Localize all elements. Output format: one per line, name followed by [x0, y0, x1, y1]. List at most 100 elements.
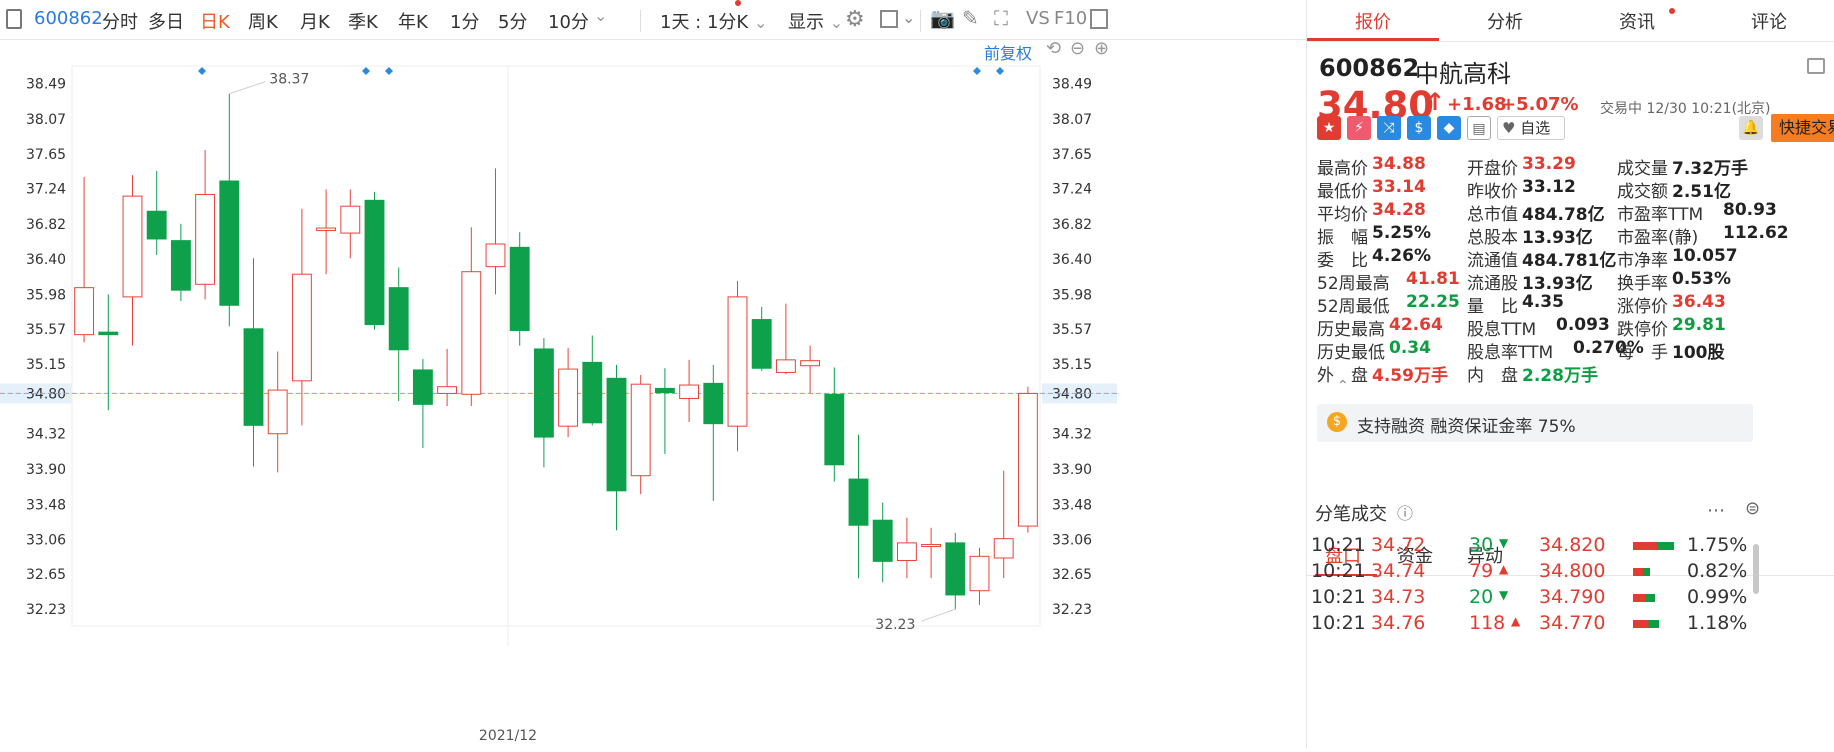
- y-tick-left: 36.82: [26, 217, 66, 233]
- candle-body: [945, 542, 966, 596]
- tick-price: 34.76: [1371, 612, 1426, 634]
- china-flag-icon: ★: [1317, 116, 1341, 140]
- plot-area: [71, 65, 1041, 627]
- note-icon[interactable]: ▤: [1467, 116, 1491, 140]
- y-tick-left: 38.07: [26, 112, 66, 128]
- chevron-down-icon: ⌄: [829, 13, 844, 32]
- reset-icon[interactable]: ⟲: [1046, 38, 1061, 59]
- quote-label: 跌停价: [1617, 320, 1668, 340]
- quote-value: 33.29: [1522, 154, 1576, 174]
- candle-body: [267, 389, 288, 435]
- interval-dropdown[interactable]: 1天 : 1分K ⌄: [660, 8, 767, 34]
- pencil-icon[interactable]: ✎: [962, 6, 979, 30]
- tick-pct: 0.82%: [1687, 560, 1748, 582]
- y-tick-right: 38.49: [1052, 77, 1092, 93]
- zoom-out-icon[interactable]: ⊖: [1070, 38, 1085, 59]
- collapse-icon[interactable]: ⌃: [1337, 378, 1349, 394]
- period-quarterly-k[interactable]: 季K: [348, 8, 378, 34]
- tick-time: 10:21: [1311, 586, 1366, 608]
- kline-chart[interactable]: 38.49 38.49 38.07 38.07 37.65 37.65 37.24 37.24…: [0, 38, 1306, 748]
- chevron-down-icon[interactable]: ⌄: [594, 6, 607, 25]
- shuffle-icon[interactable]: ⤨: [1377, 116, 1401, 140]
- tick-ratio-bar: [1633, 568, 1650, 576]
- tab-quote[interactable]: 报价: [1307, 8, 1439, 34]
- period-duori[interactable]: 多日: [148, 8, 184, 34]
- candle-body: [824, 393, 845, 466]
- event-marker-icon: [973, 67, 981, 75]
- y-tick-left: 34.32: [26, 427, 66, 443]
- quote-value: 0.093: [1556, 315, 1610, 335]
- quote-label: 成交量: [1617, 159, 1668, 179]
- add-watchlist-button[interactable]: ♥ 自选: [1497, 116, 1565, 140]
- period-monthly-k[interactable]: 月K: [300, 8, 330, 34]
- period-1min[interactable]: 1分: [450, 8, 479, 34]
- fuquan-toggle[interactable]: 前复权: [984, 40, 1032, 64]
- display-dropdown[interactable]: 显示 ⌄: [788, 8, 843, 34]
- chevron-down-icon[interactable]: ⌄: [902, 8, 915, 27]
- y-tick-right: 35.15: [1052, 357, 1092, 373]
- zoom-in-icon[interactable]: ⊕: [1094, 38, 1109, 59]
- square-select-icon[interactable]: [880, 10, 898, 28]
- tick-price2: 34.800: [1539, 560, 1606, 582]
- candle-body: [775, 359, 796, 373]
- expand-icon[interactable]: ⊜: [1745, 498, 1760, 519]
- y-tick-right: 37.65: [1052, 147, 1092, 163]
- quote-label: 流通股: [1467, 274, 1518, 294]
- candle-body: [74, 287, 95, 336]
- menu-icon[interactable]: [1807, 58, 1825, 74]
- quote-value: 34.28: [1372, 200, 1426, 220]
- quote-value: 5.25%: [1372, 223, 1431, 243]
- quote-label: 市盈率TTM: [1617, 205, 1704, 225]
- candle-body: [485, 243, 506, 268]
- y-tick-right: 33.48: [1052, 497, 1092, 513]
- fullscreen-icon[interactable]: ⛶: [994, 6, 1008, 30]
- period-5min[interactable]: 5分: [498, 8, 527, 34]
- candle-body: [969, 555, 990, 592]
- period-fenshi[interactable]: 分时: [102, 8, 138, 34]
- bell-icon[interactable]: 🔔: [1739, 116, 1763, 140]
- period-daily-k[interactable]: 日K: [200, 8, 230, 34]
- min-label-leader: [921, 608, 956, 622]
- dollar-icon[interactable]: $: [1407, 116, 1431, 140]
- camera-icon[interactable]: 📷: [930, 6, 955, 30]
- quote-label: 成交额: [1617, 182, 1668, 202]
- panel-toggle-icon[interactable]: [1090, 9, 1108, 29]
- quote-label: 市盈率(静): [1617, 228, 1699, 248]
- quote-value: 41.81: [1406, 269, 1460, 289]
- quote-label: 内 盘: [1467, 366, 1518, 386]
- y-tick-left: 35.15: [26, 357, 66, 373]
- y-tick-left: 37.24: [26, 182, 66, 198]
- more-icon[interactable]: ⋯: [1707, 500, 1725, 521]
- candle-body: [848, 478, 869, 526]
- quote-value: 13.93亿: [1522, 274, 1593, 294]
- tick-time: 10:21: [1311, 612, 1366, 634]
- quote-value: 80.93: [1723, 200, 1777, 220]
- quick-trade-button[interactable]: 快捷交易: [1771, 114, 1834, 142]
- trade-status: 交易中 12/30 10:21(北京): [1600, 101, 1771, 117]
- sidebar-toggle-icon[interactable]: [6, 9, 22, 29]
- info-icon[interactable]: ⓘ: [1397, 500, 1413, 524]
- tag-icon[interactable]: ◆: [1437, 116, 1461, 140]
- scrollbar[interactable]: [1753, 544, 1759, 594]
- tab-analysis[interactable]: 分析: [1439, 8, 1571, 34]
- quote-value: 10.057: [1672, 246, 1738, 266]
- y-tick-left: 32.65: [26, 567, 66, 583]
- tick-ratio-bar: [1633, 594, 1655, 602]
- f10-button[interactable]: F10: [1054, 8, 1087, 29]
- period-10min[interactable]: 10分: [548, 8, 589, 34]
- tab-news[interactable]: 资讯: [1571, 8, 1703, 34]
- tab-comments[interactable]: 评论: [1703, 8, 1834, 34]
- quote-value: 7.32万手: [1672, 159, 1748, 179]
- y-tick-left: 32.23: [26, 602, 66, 618]
- candle-body: [461, 271, 482, 395]
- period-yearly-k[interactable]: 年K: [398, 8, 428, 34]
- y-tick-left: 33.90: [26, 462, 66, 478]
- gear-icon[interactable]: ⚙: [845, 7, 865, 32]
- tick-pct: 1.18%: [1687, 612, 1748, 634]
- period-weekly-k[interactable]: 周K: [248, 8, 278, 34]
- y-tick-left: 35.57: [26, 322, 66, 338]
- vs-compare-button[interactable]: VS: [1026, 8, 1050, 29]
- hot-icon[interactable]: ⚡: [1347, 116, 1371, 140]
- quote-label: 流通值: [1467, 251, 1518, 271]
- y-tick-left: 37.65: [26, 147, 66, 163]
